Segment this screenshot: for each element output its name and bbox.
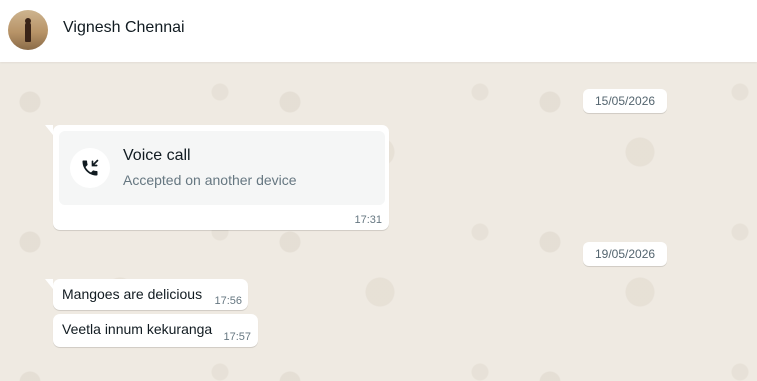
contact-avatar[interactable]: [8, 10, 48, 50]
call-message-bubble[interactable]: Voice call Accepted on another device 17…: [45, 125, 389, 230]
message-bubble[interactable]: Mangoes are delicious 17:56: [45, 279, 248, 310]
phone-icon: [82, 159, 99, 176]
chat-header[interactable]: Vignesh Chennai: [0, 0, 757, 62]
call-title: Voice call: [123, 147, 191, 164]
date-separator: 19/05/2026: [583, 242, 668, 266]
message-time: 17:31: [354, 214, 382, 226]
message-text: Veetla innum kekuranga: [62, 321, 213, 337]
call-card[interactable]: Voice call Accepted on another device: [59, 131, 385, 205]
message-time: 17:57: [223, 331, 251, 343]
avatar-person-body: [25, 22, 31, 42]
call-status: Accepted on another device: [123, 172, 297, 188]
message-bubble[interactable]: Veetla innum kekuranga 17:57: [53, 314, 258, 347]
message-time: 17:56: [214, 295, 242, 307]
message-text: Mangoes are delicious: [62, 286, 203, 302]
message-list[interactable]: 15/05/2026 Voice call Accepted on anothe…: [0, 62, 757, 381]
incoming-call-icon: [70, 148, 110, 188]
date-separator: 15/05/2026: [583, 89, 668, 113]
contact-name[interactable]: Vignesh Chennai: [63, 19, 185, 37]
